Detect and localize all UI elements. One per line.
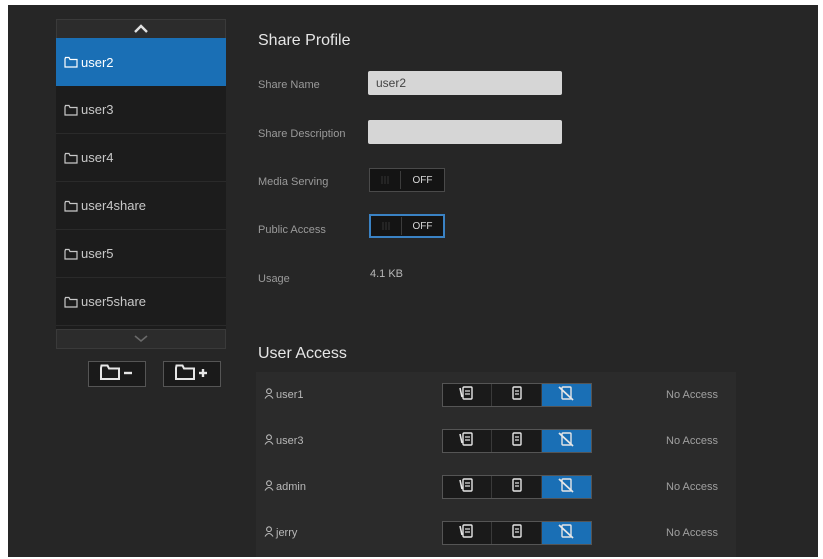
read-only-icon — [511, 385, 523, 406]
user-name: admin — [264, 480, 306, 494]
no-access-button[interactable] — [541, 384, 592, 406]
usage-label: Usage — [258, 273, 290, 285]
toggle-state: OFF — [412, 220, 433, 232]
access-level-label: No Access — [666, 435, 718, 447]
user-access-title: User Access — [258, 345, 347, 362]
read-only-button[interactable] — [492, 476, 542, 498]
no-access-icon — [557, 477, 575, 498]
folder-icon — [64, 104, 78, 116]
read-only-button[interactable] — [492, 430, 542, 452]
person-icon — [264, 480, 274, 494]
user-name-label: jerry — [276, 527, 298, 539]
share-item-user5[interactable]: user5 — [56, 230, 226, 278]
permission-selector — [442, 429, 592, 453]
person-icon — [264, 434, 274, 448]
folder-icon — [64, 56, 78, 68]
permission-selector — [442, 521, 592, 545]
read-write-button[interactable] — [443, 476, 493, 498]
toggle-grip-icon — [370, 170, 400, 190]
read-only-button[interactable] — [492, 522, 542, 544]
no-access-icon — [557, 523, 575, 544]
share-list: user2 user3 user4 user4share user5 user5… — [56, 19, 226, 349]
no-access-button[interactable] — [541, 522, 592, 544]
permission-selector — [442, 475, 592, 499]
read-only-icon — [511, 477, 523, 498]
share-item-user5share[interactable]: user5share — [56, 278, 226, 326]
share-item-user4[interactable]: user4 — [56, 134, 226, 182]
share-item-label: user4 — [81, 150, 114, 165]
share-item-user2[interactable]: user2 — [56, 38, 226, 86]
folder-minus-icon — [99, 363, 135, 386]
chevron-up-icon — [134, 20, 148, 38]
media-serving-label: Media Serving — [258, 176, 329, 188]
folder-icon — [64, 248, 78, 260]
add-share-button[interactable] — [163, 361, 221, 387]
share-item-user4share[interactable]: user4share — [56, 182, 226, 230]
usage-value: 4.1 KB — [370, 268, 404, 280]
read-only-button[interactable] — [492, 384, 542, 406]
person-icon — [264, 388, 274, 402]
share-description-field[interactable] — [368, 120, 562, 144]
no-access-button[interactable] — [541, 476, 592, 498]
chevron-down-icon — [134, 330, 148, 348]
share-item-user3[interactable]: user3 — [56, 86, 226, 134]
remove-share-button[interactable] — [88, 361, 146, 387]
read-only-icon — [511, 431, 523, 452]
read-write-icon — [459, 385, 475, 406]
scroll-down-button[interactable] — [56, 329, 226, 349]
user-name: user1 — [264, 388, 304, 402]
toggle-state: OFF — [412, 174, 433, 186]
read-write-button[interactable] — [443, 384, 493, 406]
scroll-up-button[interactable] — [56, 19, 226, 39]
access-level-label: No Access — [666, 389, 718, 401]
read-write-button[interactable] — [443, 522, 493, 544]
user-name-label: user3 — [276, 435, 304, 447]
read-write-icon — [459, 523, 475, 544]
share-item-label: user2 — [81, 54, 114, 70]
person-icon — [264, 526, 274, 540]
folder-plus-icon — [174, 363, 210, 386]
folder-icon — [64, 296, 78, 308]
permission-selector — [442, 383, 592, 407]
no-access-icon — [557, 385, 575, 406]
share-description-label: Share Description — [258, 128, 346, 140]
share-item-label: user5 — [81, 246, 114, 261]
read-write-button[interactable] — [443, 430, 493, 452]
media-serving-toggle[interactable]: OFF — [369, 168, 445, 192]
user-access-table: user1 No Access user3 No Access admin No… — [256, 372, 736, 557]
share-name-field[interactable] — [368, 71, 562, 95]
share-item-label: user5share — [81, 294, 147, 309]
access-level-label: No Access — [666, 527, 718, 539]
no-access-button[interactable] — [541, 430, 592, 452]
public-access-label: Public Access — [258, 224, 326, 236]
user-name: user3 — [264, 434, 304, 448]
public-access-toggle[interactable]: OFF — [369, 214, 445, 238]
user-name: jerry — [264, 526, 297, 540]
share-name-label: Share Name — [258, 79, 320, 91]
user-row: jerry No Access — [256, 510, 736, 556]
share-item-label: user4share — [81, 198, 147, 213]
read-write-icon — [459, 477, 475, 498]
share-profile-title: Share Profile — [258, 32, 351, 49]
folder-icon — [64, 200, 78, 212]
user-row: user3 No Access — [256, 418, 736, 464]
user-row: user1 No Access — [256, 372, 736, 418]
user-name-label: admin — [276, 481, 306, 493]
app-window: user2 user3 user4 user4share user5 user5… — [8, 5, 818, 557]
no-access-icon — [557, 431, 575, 452]
toggle-grip-icon — [371, 216, 401, 236]
read-write-icon — [459, 431, 475, 452]
user-row: admin No Access — [256, 464, 736, 510]
user-name-label: user1 — [276, 389, 304, 401]
folder-icon — [64, 152, 78, 164]
read-only-icon — [511, 523, 523, 544]
access-level-label: No Access — [666, 481, 718, 493]
share-item-label: user3 — [81, 102, 114, 117]
